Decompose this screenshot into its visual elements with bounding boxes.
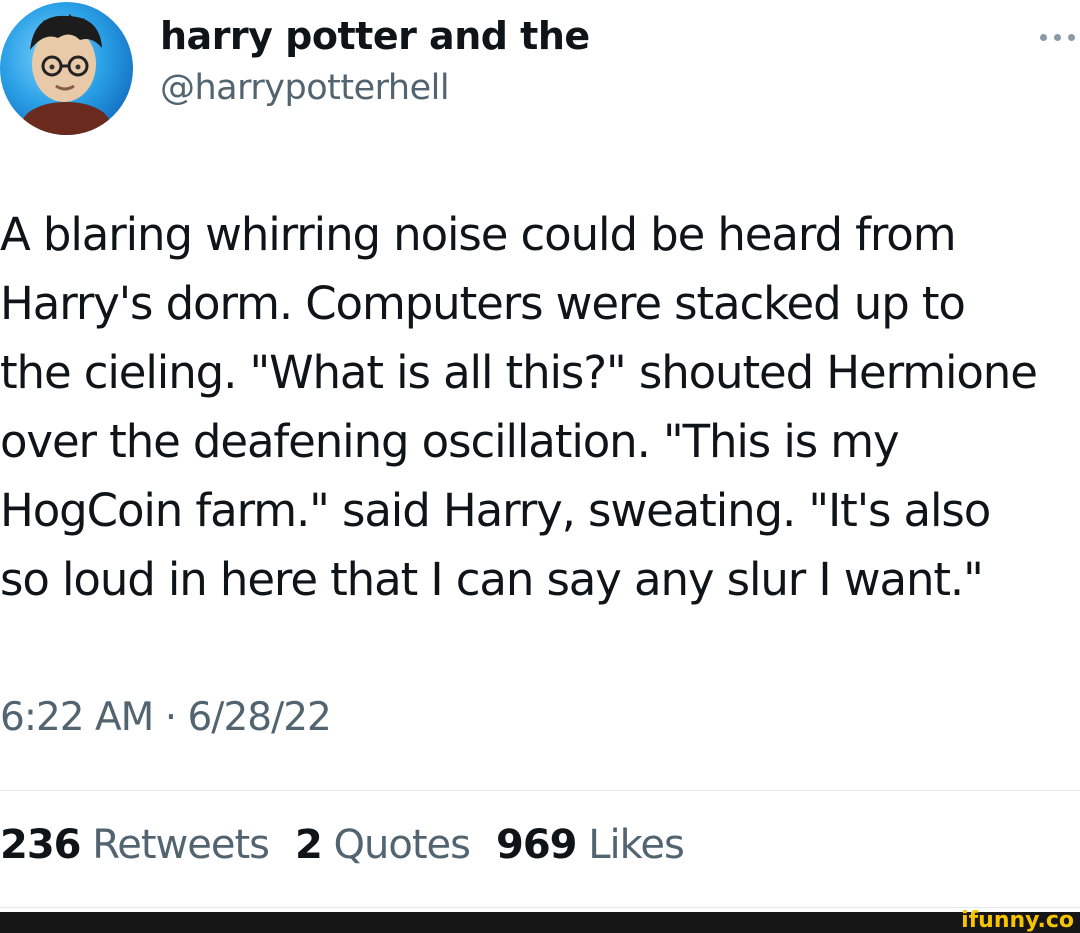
tweet-text-line: Harry's dorm. Computers were stacked up … (0, 277, 966, 330)
retweets-count: 236 (0, 822, 81, 868)
engagement-stats: 236 Retweets 2 Quotes 969 Likes (0, 822, 685, 868)
more-options-button[interactable] (1040, 22, 1080, 52)
likes-stat[interactable]: 969 Likes (495, 822, 685, 868)
tweet-text-line: HogCoin farm." said Harry, sweating. "It… (0, 484, 991, 537)
quotes-label: Quotes (333, 822, 471, 868)
more-horizontal-icon (1040, 33, 1047, 41)
likes-label: Likes (588, 822, 685, 868)
retweets-label: Retweets (92, 822, 270, 868)
tweet-timestamp[interactable]: 6:22 AM · 6/28/22 (0, 695, 332, 740)
author-handle[interactable]: @harrypotterhell (160, 68, 450, 108)
quotes-count: 2 (294, 822, 323, 868)
more-horizontal-icon-dot (1068, 33, 1075, 41)
author-display-name[interactable]: harry potter and the (160, 14, 590, 58)
quotes-stat[interactable]: 2 Quotes (294, 822, 471, 868)
watermark-bar: ifunny.co (0, 908, 1080, 933)
tweet-text-line: so loud in here that I can say any slur … (0, 553, 984, 606)
ifunny-watermark: ifunny.co (961, 908, 1074, 933)
more-horizontal-icon-dot (1054, 33, 1061, 41)
divider-bottom (0, 907, 1080, 908)
likes-count: 969 (495, 822, 577, 868)
tweet-text-line: A blaring whirring noise could be heard … (0, 208, 957, 261)
tweet-text-line: the cieling. "What is all this?" shouted… (0, 346, 1038, 399)
divider (0, 790, 1080, 791)
tweet-text-line: over the deafening oscillation. "This is… (0, 415, 900, 468)
avatar[interactable] (0, 2, 133, 135)
avatar-image (22, 14, 110, 135)
retweets-stat[interactable]: 236 Retweets (0, 822, 270, 868)
tweet-text: A blaring whirring noise could be heard … (0, 200, 1080, 614)
